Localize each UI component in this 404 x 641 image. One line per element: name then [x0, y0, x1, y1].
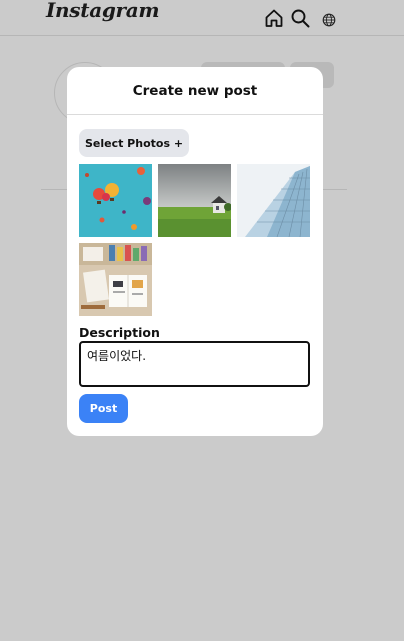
instagram-logo[interactable]: Instagram [46, 0, 160, 22]
modal-title: Create new post [67, 67, 323, 115]
photo-thumbnail[interactable] [158, 164, 231, 237]
house-field-photo [158, 164, 231, 237]
desk-notebook-photo [79, 243, 152, 316]
top-navigation-bar: Instagram [0, 0, 404, 36]
glass-building-photo [237, 164, 310, 237]
create-post-modal: Create new post Select Photos + Descript… [67, 67, 323, 436]
balloons-photo [79, 164, 152, 237]
photo-thumbnail[interactable] [79, 164, 152, 237]
photo-thumbnail[interactable] [79, 243, 152, 316]
select-photos-button[interactable]: Select Photos + [79, 129, 189, 157]
photo-thumbnail[interactable] [237, 164, 310, 237]
description-input[interactable]: 여름이었다. [79, 341, 310, 387]
home-icon[interactable] [264, 8, 284, 32]
description-label: Description [79, 325, 160, 340]
post-button[interactable]: Post [79, 394, 128, 423]
globe-icon[interactable] [322, 12, 336, 31]
search-icon[interactable] [290, 8, 310, 32]
